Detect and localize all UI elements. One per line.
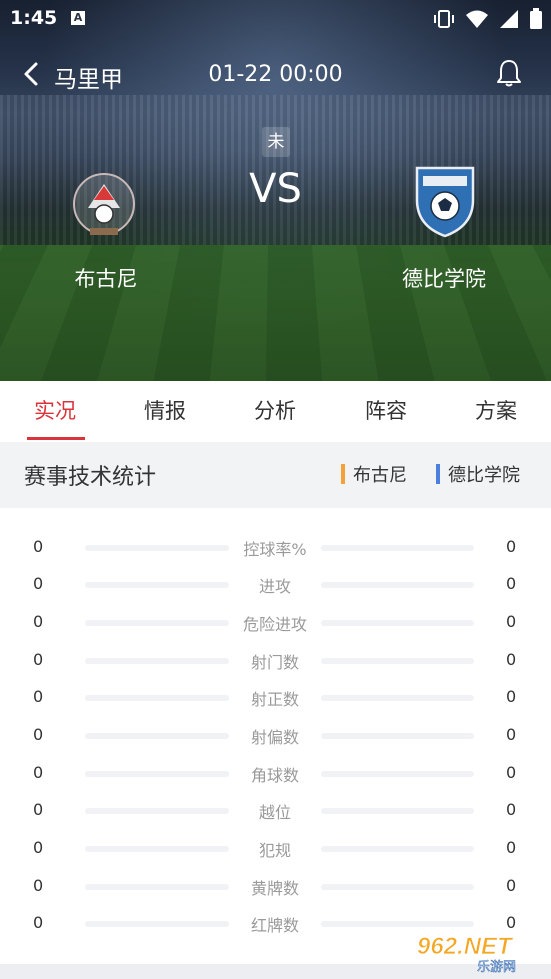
home-value: 0 <box>33 537 44 556</box>
away-value: 0 <box>506 800 517 819</box>
stats-list: 0 控球率% 0 0 进攻 0 0 危险进攻 0 0 射门数 0 0 射正数 0… <box>0 508 551 964</box>
tab-bar: 实况 情报 分析 阵容 方案 <box>0 381 551 442</box>
stat-row: 0 越位 0 <box>0 792 551 829</box>
top-nav: 马里甲 01-22 00:00 <box>0 52 551 98</box>
home-bar <box>85 921 229 927</box>
tab-lineup[interactable]: 阵容 <box>341 381 431 442</box>
home-bar <box>85 620 229 626</box>
stat-label: 黄牌数 <box>250 879 299 898</box>
stat-label: 射门数 <box>250 653 299 672</box>
stat-row: 0 黄牌数 0 <box>0 868 551 905</box>
watermark-subtext: 乐游网 <box>477 960 516 974</box>
legend-away-marker <box>436 464 440 484</box>
home-team-logo-icon[interactable] <box>64 164 144 244</box>
home-value: 0 <box>33 800 44 819</box>
home-value: 0 <box>33 763 44 782</box>
wifi-icon <box>466 10 488 28</box>
away-value: 0 <box>506 650 517 669</box>
away-bar <box>321 658 474 664</box>
away-bar <box>321 582 474 588</box>
away-bar <box>321 545 474 551</box>
stat-label: 射正数 <box>250 690 299 709</box>
legend-home-marker <box>341 464 345 484</box>
home-team-name: 布古尼 <box>74 267 138 291</box>
home-bar <box>85 658 229 664</box>
legend-home: 布古尼 <box>341 461 407 487</box>
stat-label: 进攻 <box>258 577 291 596</box>
stat-row: 0 射正数 0 <box>0 679 551 716</box>
home-value: 0 <box>33 574 44 593</box>
stat-row: 0 射偏数 0 <box>0 717 551 754</box>
vibrate-icon <box>434 10 454 28</box>
away-value: 0 <box>506 687 517 706</box>
stat-row: 0 进攻 0 <box>0 566 551 603</box>
stat-label: 角球数 <box>250 766 299 785</box>
stat-row: 0 射门数 0 <box>0 642 551 679</box>
status-bar: 1:45 A <box>0 0 551 38</box>
tab-plan[interactable]: 方案 <box>451 381 541 442</box>
away-value: 0 <box>506 838 517 857</box>
away-bar <box>321 733 474 739</box>
stat-row: 0 角球数 0 <box>0 755 551 792</box>
home-bar <box>85 846 229 852</box>
away-bar <box>321 808 474 814</box>
tab-analysis[interactable]: 分析 <box>230 381 320 442</box>
away-value: 0 <box>506 763 517 782</box>
home-value: 0 <box>33 687 44 706</box>
away-value: 0 <box>506 612 517 631</box>
tab-intel[interactable]: 情报 <box>120 381 210 442</box>
away-bar <box>321 771 474 777</box>
stats-title: 赛事技术统计 <box>24 465 157 490</box>
stat-label: 射偏数 <box>250 728 299 747</box>
stat-label: 危险进攻 <box>242 615 307 634</box>
home-value: 0 <box>33 876 44 895</box>
notification-icon: A <box>71 11 85 25</box>
watermark-text: 962.NET <box>417 933 514 960</box>
active-tab-indicator <box>27 437 85 440</box>
away-bar <box>321 921 474 927</box>
home-bar <box>85 582 229 588</box>
away-value: 0 <box>506 574 517 593</box>
away-bar <box>321 695 474 701</box>
legend-away-label: 德比学院 <box>448 465 520 486</box>
home-bar <box>85 884 229 890</box>
legend-home-label: 布古尼 <box>353 465 407 486</box>
status-time: 1:45 <box>10 7 58 29</box>
stat-label: 红牌数 <box>250 916 299 935</box>
home-bar <box>85 808 229 814</box>
away-value: 0 <box>506 537 517 556</box>
away-team-name: 德比学院 <box>402 267 486 291</box>
home-bar <box>85 771 229 777</box>
away-value: 0 <box>506 876 517 895</box>
stat-label: 越位 <box>258 803 291 822</box>
signal-icon <box>500 10 518 28</box>
match-header: 1:45 A 马里甲 01-22 00:00 未 VS 布古尼 德比学院 <box>0 0 551 381</box>
legend-away: 德比学院 <box>436 461 520 487</box>
stat-row: 0 犯规 0 <box>0 830 551 867</box>
away-bar <box>321 620 474 626</box>
away-bar <box>321 846 474 852</box>
home-bar <box>85 733 229 739</box>
watermark-logo: 962.NET 乐游网 <box>417 933 517 974</box>
stat-row: 0 控球率% 0 <box>0 529 551 566</box>
match-status-badge: 未 <box>262 127 290 157</box>
stat-row: 0 危险进攻 0 <box>0 604 551 641</box>
stat-label: 犯规 <box>258 841 291 860</box>
home-value: 0 <box>33 725 44 744</box>
home-value: 0 <box>33 913 44 932</box>
stats-header: 赛事技术统计 布古尼 德比学院 <box>0 442 551 503</box>
home-value: 0 <box>33 650 44 669</box>
away-value: 0 <box>506 725 517 744</box>
away-bar <box>321 884 474 890</box>
home-value: 0 <box>33 838 44 857</box>
away-team-logo-icon[interactable] <box>405 160 485 240</box>
stat-label: 控球率% <box>243 540 307 559</box>
bell-icon[interactable] <box>495 58 523 88</box>
match-datetime: 01-22 00:00 <box>208 62 343 87</box>
home-value: 0 <box>33 612 44 631</box>
tab-live[interactable]: 实况 <box>10 381 100 442</box>
home-bar <box>85 695 229 701</box>
home-bar <box>85 545 229 551</box>
battery-icon <box>530 8 542 29</box>
